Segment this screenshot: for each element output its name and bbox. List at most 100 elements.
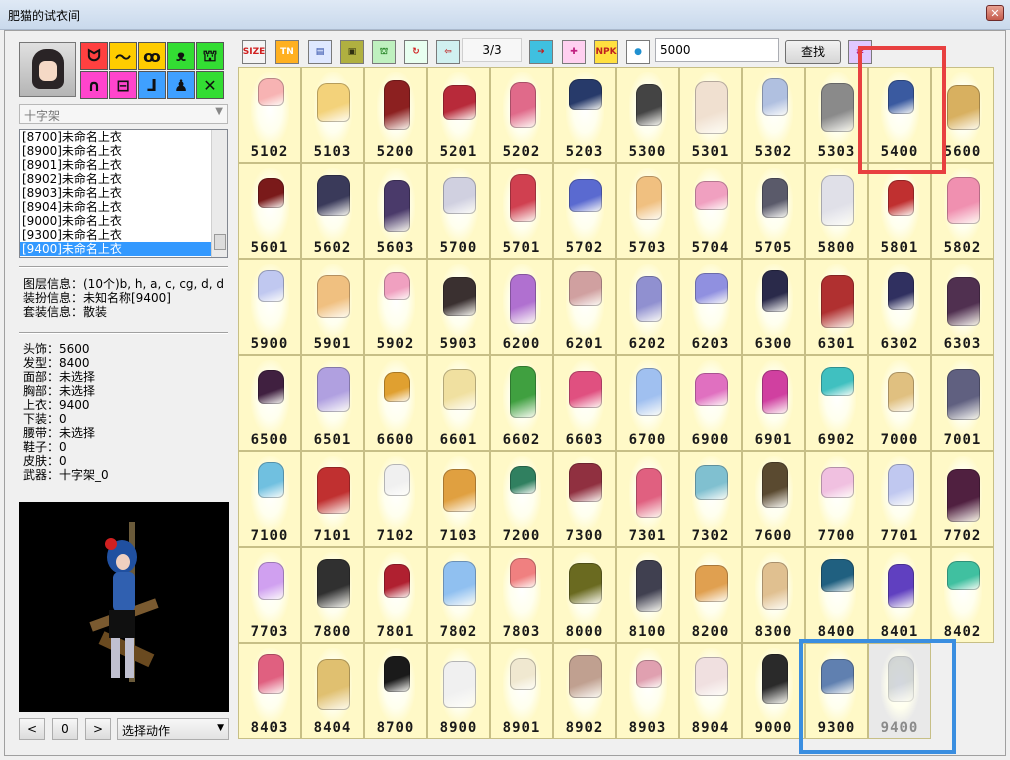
belt-icon[interactable]: ⊟ <box>109 71 137 99</box>
swap-icon[interactable]: ⇄ <box>848 40 872 64</box>
prev-frame-button[interactable]: < <box>19 718 45 740</box>
list-item[interactable]: [8901]未命名上衣 <box>20 158 227 172</box>
item-cell[interactable]: 6200 <box>490 259 553 355</box>
item-cell[interactable]: 5901 <box>301 259 364 355</box>
item-cell[interactable]: 5704 <box>679 163 742 259</box>
item-cell[interactable]: 6500 <box>238 355 301 451</box>
list-item[interactable]: [8700]未命名上衣 <box>20 130 227 144</box>
item-cell[interactable]: 6300 <box>742 259 805 355</box>
item-cell[interactable]: 8100 <box>616 547 679 643</box>
item-cell[interactable]: 8404 <box>301 643 364 739</box>
export-button[interactable]: ⇦ <box>436 40 460 64</box>
item-cell[interactable]: 7301 <box>616 451 679 547</box>
item-cell[interactable]: 9000 <box>742 643 805 739</box>
item-cell[interactable]: 5203 <box>553 67 616 163</box>
item-cell[interactable]: 6501 <box>301 355 364 451</box>
item-cell[interactable]: 6603 <box>553 355 616 451</box>
list-item[interactable]: [8904]未命名上衣 <box>20 200 227 214</box>
wings-icon[interactable]: ᴥ <box>167 42 195 70</box>
item-cell[interactable]: 5900 <box>238 259 301 355</box>
item-cell[interactable]: 7101 <box>301 451 364 547</box>
item-cell[interactable]: 8200 <box>679 547 742 643</box>
item-cell[interactable]: 5601 <box>238 163 301 259</box>
item-cell[interactable]: 7801 <box>364 547 427 643</box>
item-cell[interactable]: 6901 <box>742 355 805 451</box>
item-cell[interactable]: 5102 <box>238 67 301 163</box>
item-cell[interactable]: 5802 <box>931 163 994 259</box>
close-icon[interactable]: ✕ <box>986 5 1004 21</box>
search-input[interactable] <box>655 38 779 62</box>
item-cell[interactable]: 6301 <box>805 259 868 355</box>
scrollbar-thumb[interactable] <box>214 234 226 250</box>
size-button[interactable]: SIZE <box>242 40 266 64</box>
list-item[interactable]: [9300]未命名上衣 <box>20 228 227 242</box>
item-cell[interactable]: 5705 <box>742 163 805 259</box>
item-cell[interactable]: 5302 <box>742 67 805 163</box>
item-cell[interactable]: 8903 <box>616 643 679 739</box>
weapon-icon[interactable]: ✕ <box>196 71 224 99</box>
item-cell[interactable]: 8403 <box>238 643 301 739</box>
item-cell[interactable]: 5300 <box>616 67 679 163</box>
item-cell[interactable]: 8700 <box>364 643 427 739</box>
item-cell[interactable]: 6602 <box>490 355 553 451</box>
next-page-button[interactable]: ➜ <box>529 40 553 64</box>
item-cell[interactable]: 5703 <box>616 163 679 259</box>
globe-button[interactable]: ● <box>626 40 650 64</box>
item-cell[interactable]: 7300 <box>553 451 616 547</box>
item-cell[interactable]: 7803 <box>490 547 553 643</box>
item-cell[interactable]: 5400 <box>868 67 931 163</box>
avatar-button[interactable] <box>19 42 76 97</box>
item-cell[interactable]: 7001 <box>931 355 994 451</box>
item-cell[interactable]: 8000 <box>553 547 616 643</box>
item-cell[interactable]: 5800 <box>805 163 868 259</box>
item-cell[interactable]: 5801 <box>868 163 931 259</box>
list-item[interactable]: [9400]未命名上衣 <box>20 242 227 256</box>
item-cell[interactable]: 6201 <box>553 259 616 355</box>
item-cell[interactable]: 6203 <box>679 259 742 355</box>
item-cell[interactable]: 5902 <box>364 259 427 355</box>
item-cell[interactable]: 8401 <box>868 547 931 643</box>
shoes-icon[interactable]: ᒧ <box>138 71 166 99</box>
list-item[interactable]: [8900]未命名上衣 <box>20 144 227 158</box>
item-cell[interactable]: 5103 <box>301 67 364 163</box>
item-cell[interactable]: 5603 <box>364 163 427 259</box>
item-cell[interactable]: 7000 <box>868 355 931 451</box>
pants-icon[interactable]: ∩ <box>80 71 108 99</box>
item-cell[interactable]: 5201 <box>427 67 490 163</box>
item-cell[interactable]: 7600 <box>742 451 805 547</box>
item-cell[interactable]: 6302 <box>868 259 931 355</box>
item-cell[interactable]: 5303 <box>805 67 868 163</box>
item-cell[interactable]: 7802 <box>427 547 490 643</box>
weapon-combo[interactable]: 十字架 ▼ <box>19 104 228 124</box>
item-cell[interactable]: 7702 <box>931 451 994 547</box>
item-cell[interactable]: 5301 <box>679 67 742 163</box>
hair-icon[interactable]: 〜 <box>109 42 137 70</box>
item-cell[interactable]: 6601 <box>427 355 490 451</box>
item-cell[interactable]: 7302 <box>679 451 742 547</box>
item-cell[interactable]: 5602 <box>301 163 364 259</box>
item-cell[interactable]: 8400 <box>805 547 868 643</box>
item-cell[interactable]: 9300 <box>805 643 868 739</box>
item-cell[interactable]: 5700 <box>427 163 490 259</box>
npk-button[interactable]: NPK <box>594 40 618 64</box>
frame-button[interactable]: ▣ <box>340 40 364 64</box>
item-cell[interactable]: 7200 <box>490 451 553 547</box>
item-cell[interactable]: 7800 <box>301 547 364 643</box>
item-cell[interactable]: 7103 <box>427 451 490 547</box>
cat-ears-icon[interactable]: ᗢ <box>80 42 108 70</box>
item-cell[interactable]: 8402 <box>931 547 994 643</box>
gift-button[interactable]: ✚ <box>562 40 586 64</box>
item-cell[interactable]: 8904 <box>679 643 742 739</box>
list-scrollbar[interactable] <box>211 130 227 257</box>
item-cell[interactable]: 7703 <box>238 547 301 643</box>
item-cell[interactable]: 5200 <box>364 67 427 163</box>
item-cell[interactable]: 9400 <box>868 643 931 739</box>
item-cell[interactable]: 5701 <box>490 163 553 259</box>
next-frame-button[interactable]: > <box>85 718 111 740</box>
glasses-icon[interactable]: ꝏ <box>138 42 166 70</box>
item-cell[interactable]: 8300 <box>742 547 805 643</box>
item-cell[interactable]: 8901 <box>490 643 553 739</box>
item-cell[interactable]: 5903 <box>427 259 490 355</box>
item-cell[interactable]: 5202 <box>490 67 553 163</box>
action-select[interactable]: 选择动作 ▼ <box>117 718 229 740</box>
